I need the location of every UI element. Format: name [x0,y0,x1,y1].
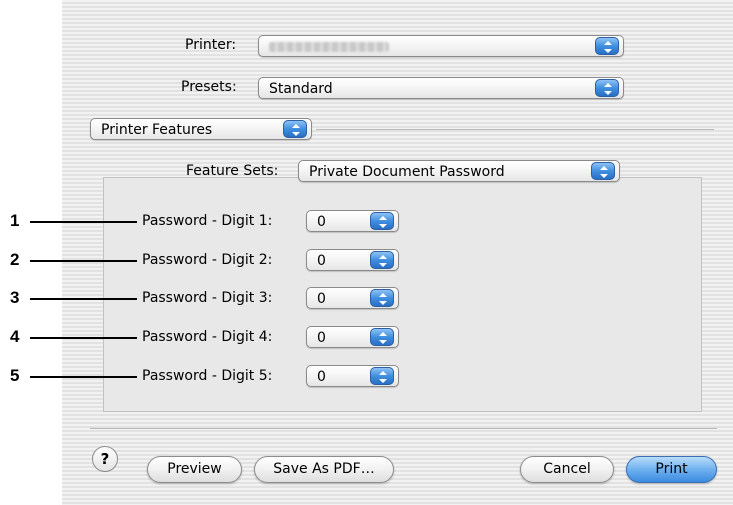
callout-line [30,376,137,378]
popup-arrows-icon [370,328,394,346]
password-digit-label: Password - Digit 2: [142,252,273,268]
callout-number: 3 [10,288,20,307]
save-as-pdf-button[interactable]: Save As PDF… [254,456,394,483]
preview-button[interactable]: Preview [147,456,242,483]
feature-sets-value: Private Document Password [309,164,505,180]
section-value: Printer Features [101,122,213,138]
callout-number: 4 [10,327,20,346]
presets-popup-arrows-icon [595,79,619,97]
callout-line [30,298,137,300]
print-button[interactable]: Print [626,456,717,483]
section-popup-arrows-icon [283,120,307,138]
callout-line [30,221,137,223]
popup-arrows-icon [370,251,394,269]
password-digit-label: Password - Digit 4: [142,329,273,345]
section-popup[interactable]: Printer Features [90,118,312,140]
password-digit-2-popup[interactable]: 0 [306,249,399,271]
password-digit-value: 0 [317,291,326,307]
presets-popup[interactable]: Standard [258,77,624,99]
password-digit-3-popup[interactable]: 0 [306,287,399,309]
presets-label: Presets: [181,79,237,95]
bottom-separator [90,428,717,429]
password-digit-5-popup[interactable]: 0 [306,365,399,387]
password-digit-label: Password - Digit 5: [142,368,273,384]
printer-label: Printer: [185,37,237,53]
callout-line [30,337,137,339]
section-separator [316,129,714,130]
callout-number: 2 [10,250,20,269]
password-digit-value: 0 [317,369,326,385]
printer-popup-arrows-icon [595,37,619,55]
password-digit-value: 0 [317,253,326,269]
password-digit-1-popup[interactable]: 0 [306,210,399,232]
feature-sets-popup-arrows-icon [591,162,615,180]
presets-value: Standard [269,81,333,97]
popup-arrows-icon [370,212,394,230]
popup-arrows-icon [370,367,394,385]
password-digit-label: Password - Digit 3: [142,290,273,306]
callout-line [30,260,137,262]
help-button[interactable]: ? [92,446,118,472]
password-digit-label: Password - Digit 1: [142,213,273,229]
feature-sets-label: Feature Sets: [186,163,279,179]
password-digit-value: 0 [317,214,326,230]
printer-value-blurred [269,37,389,58]
callout-number: 5 [10,366,20,385]
cancel-button[interactable]: Cancel [520,456,614,483]
password-digit-value: 0 [317,330,326,346]
popup-arrows-icon [370,289,394,307]
password-digit-4-popup[interactable]: 0 [306,326,399,348]
printer-popup[interactable] [258,35,624,57]
callout-number: 1 [10,211,20,230]
feature-sets-popup[interactable]: Private Document Password [298,160,620,182]
